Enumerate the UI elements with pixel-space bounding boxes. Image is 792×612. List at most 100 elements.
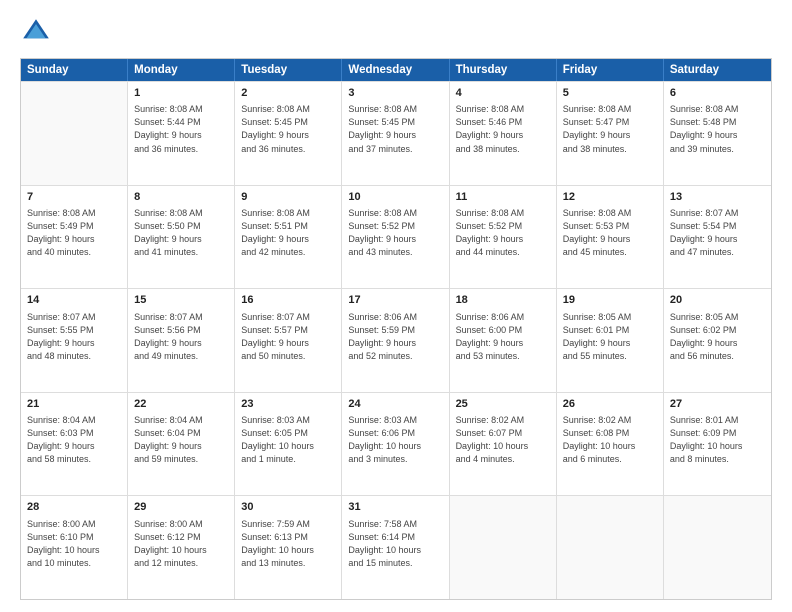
calendar-cell: 31 Sunrise: 7:58 AM Sunset: 6:14 PM Dayli… xyxy=(342,496,449,599)
calendar-header-cell: Monday xyxy=(128,59,235,81)
cell-info: Sunrise: 8:08 AM Sunset: 5:50 PM Dayligh… xyxy=(134,207,228,259)
day-number: 30 xyxy=(241,500,335,515)
calendar-row: 7 Sunrise: 8:08 AM Sunset: 5:49 PM Daylig… xyxy=(21,185,771,289)
calendar-row: 28 Sunrise: 8:00 AM Sunset: 6:10 PM Dayli… xyxy=(21,495,771,599)
cell-info: Sunrise: 8:04 AM Sunset: 6:04 PM Dayligh… xyxy=(134,414,228,466)
day-number: 21 xyxy=(27,397,121,412)
calendar-cell: 10 Sunrise: 8:08 AM Sunset: 5:52 PM Dayli… xyxy=(342,186,449,289)
cell-info: Sunrise: 8:03 AM Sunset: 6:05 PM Dayligh… xyxy=(241,414,335,466)
day-number: 23 xyxy=(241,397,335,412)
cell-info: Sunrise: 8:07 AM Sunset: 5:57 PM Dayligh… xyxy=(241,311,335,363)
cell-info: Sunrise: 7:58 AM Sunset: 6:14 PM Dayligh… xyxy=(348,518,442,570)
day-number: 26 xyxy=(563,397,657,412)
cell-info: Sunrise: 8:00 AM Sunset: 6:12 PM Dayligh… xyxy=(134,518,228,570)
calendar-cell: 21 Sunrise: 8:04 AM Sunset: 6:03 PM Dayli… xyxy=(21,393,128,496)
day-number: 13 xyxy=(670,190,765,205)
calendar-cell: 9 Sunrise: 8:08 AM Sunset: 5:51 PM Daylig… xyxy=(235,186,342,289)
calendar-row: 21 Sunrise: 8:04 AM Sunset: 6:03 PM Dayli… xyxy=(21,392,771,496)
calendar-cell: 30 Sunrise: 7:59 AM Sunset: 6:13 PM Dayli… xyxy=(235,496,342,599)
day-number: 10 xyxy=(348,190,442,205)
calendar: SundayMondayTuesdayWednesdayThursdayFrid… xyxy=(20,58,772,600)
day-number: 17 xyxy=(348,293,442,308)
day-number: 25 xyxy=(456,397,550,412)
logo xyxy=(20,16,56,48)
calendar-cell xyxy=(21,82,128,185)
calendar-header-cell: Wednesday xyxy=(342,59,449,81)
calendar-cell: 23 Sunrise: 8:03 AM Sunset: 6:05 PM Dayli… xyxy=(235,393,342,496)
cell-info: Sunrise: 7:59 AM Sunset: 6:13 PM Dayligh… xyxy=(241,518,335,570)
day-number: 19 xyxy=(563,293,657,308)
day-number: 3 xyxy=(348,86,442,101)
day-number: 29 xyxy=(134,500,228,515)
calendar-header-cell: Friday xyxy=(557,59,664,81)
calendar-cell xyxy=(557,496,664,599)
page: SundayMondayTuesdayWednesdayThursdayFrid… xyxy=(0,0,792,612)
calendar-header-cell: Thursday xyxy=(450,59,557,81)
calendar-row: 1 Sunrise: 8:08 AM Sunset: 5:44 PM Daylig… xyxy=(21,81,771,185)
calendar-cell: 7 Sunrise: 8:08 AM Sunset: 5:49 PM Daylig… xyxy=(21,186,128,289)
cell-info: Sunrise: 8:03 AM Sunset: 6:06 PM Dayligh… xyxy=(348,414,442,466)
calendar-cell: 2 Sunrise: 8:08 AM Sunset: 5:45 PM Daylig… xyxy=(235,82,342,185)
day-number: 14 xyxy=(27,293,121,308)
calendar-header-cell: Sunday xyxy=(21,59,128,81)
calendar-cell xyxy=(664,496,771,599)
cell-info: Sunrise: 8:08 AM Sunset: 5:51 PM Dayligh… xyxy=(241,207,335,259)
day-number: 16 xyxy=(241,293,335,308)
calendar-cell: 11Sunrise: 8:08 AM Sunset: 5:52 PM Dayli… xyxy=(450,186,557,289)
calendar-header-cell: Saturday xyxy=(664,59,771,81)
calendar-cell: 25 Sunrise: 8:02 AM Sunset: 6:07 PM Dayli… xyxy=(450,393,557,496)
day-number: 20 xyxy=(670,293,765,308)
day-number: 15 xyxy=(134,293,228,308)
day-number: 1 xyxy=(134,86,228,101)
day-number: 31 xyxy=(348,500,442,515)
cell-info: Sunrise: 8:05 AM Sunset: 6:02 PM Dayligh… xyxy=(670,311,765,363)
cell-info: Sunrise: 8:06 AM Sunset: 6:00 PM Dayligh… xyxy=(456,311,550,363)
cell-info: Sunrise: 8:05 AM Sunset: 6:01 PM Dayligh… xyxy=(563,311,657,363)
day-number: 27 xyxy=(670,397,765,412)
calendar-cell: 27 Sunrise: 8:01 AM Sunset: 6:09 PM Dayli… xyxy=(664,393,771,496)
day-number: 8 xyxy=(134,190,228,205)
cell-info: Sunrise: 8:08 AM Sunset: 5:49 PM Dayligh… xyxy=(27,207,121,259)
cell-info: Sunrise: 8:08 AM Sunset: 5:45 PM Dayligh… xyxy=(241,103,335,155)
calendar-body: 1 Sunrise: 8:08 AM Sunset: 5:44 PM Daylig… xyxy=(21,81,771,599)
day-number: 9 xyxy=(241,190,335,205)
calendar-cell xyxy=(450,496,557,599)
calendar-cell: 3 Sunrise: 8:08 AM Sunset: 5:45 PM Daylig… xyxy=(342,82,449,185)
calendar-cell: 13 Sunrise: 8:07 AM Sunset: 5:54 PM Dayli… xyxy=(664,186,771,289)
cell-info: Sunrise: 8:07 AM Sunset: 5:55 PM Dayligh… xyxy=(27,311,121,363)
cell-info: Sunrise: 8:00 AM Sunset: 6:10 PM Dayligh… xyxy=(27,518,121,570)
day-number: 12 xyxy=(563,190,657,205)
cell-info: Sunrise: 8:08 AM Sunset: 5:46 PM Dayligh… xyxy=(456,103,550,155)
calendar-cell: 29 Sunrise: 8:00 AM Sunset: 6:12 PM Dayli… xyxy=(128,496,235,599)
day-number: 4 xyxy=(456,86,550,101)
day-number: 22 xyxy=(134,397,228,412)
calendar-header-cell: Tuesday xyxy=(235,59,342,81)
calendar-cell: 5Sunrise: 8:08 AM Sunset: 5:47 PM Daylig… xyxy=(557,82,664,185)
calendar-row: 14 Sunrise: 8:07 AM Sunset: 5:55 PM Dayli… xyxy=(21,288,771,392)
cell-info: Sunrise: 8:08 AM Sunset: 5:52 PM Dayligh… xyxy=(348,207,442,259)
cell-info: Sunrise: 8:02 AM Sunset: 6:07 PM Dayligh… xyxy=(456,414,550,466)
cell-info: Sunrise: 8:04 AM Sunset: 6:03 PM Dayligh… xyxy=(27,414,121,466)
calendar-cell: 12 Sunrise: 8:08 AM Sunset: 5:53 PM Dayli… xyxy=(557,186,664,289)
calendar-cell: 15Sunrise: 8:07 AM Sunset: 5:56 PM Dayli… xyxy=(128,289,235,392)
calendar-cell: 16 Sunrise: 8:07 AM Sunset: 5:57 PM Dayli… xyxy=(235,289,342,392)
cell-info: Sunrise: 8:01 AM Sunset: 6:09 PM Dayligh… xyxy=(670,414,765,466)
day-number: 2 xyxy=(241,86,335,101)
calendar-cell: 20 Sunrise: 8:05 AM Sunset: 6:02 PM Dayli… xyxy=(664,289,771,392)
day-number: 28 xyxy=(27,500,121,515)
header xyxy=(20,16,772,48)
calendar-cell: 6Sunrise: 8:08 AM Sunset: 5:48 PM Daylig… xyxy=(664,82,771,185)
cell-info: Sunrise: 8:08 AM Sunset: 5:53 PM Dayligh… xyxy=(563,207,657,259)
cell-info: Sunrise: 8:07 AM Sunset: 5:54 PM Dayligh… xyxy=(670,207,765,259)
calendar-cell: 4 Sunrise: 8:08 AM Sunset: 5:46 PM Daylig… xyxy=(450,82,557,185)
calendar-cell: 18Sunrise: 8:06 AM Sunset: 6:00 PM Dayli… xyxy=(450,289,557,392)
cell-info: Sunrise: 8:06 AM Sunset: 5:59 PM Dayligh… xyxy=(348,311,442,363)
cell-info: Sunrise: 8:08 AM Sunset: 5:48 PM Dayligh… xyxy=(670,103,765,155)
calendar-cell: 17 Sunrise: 8:06 AM Sunset: 5:59 PM Dayli… xyxy=(342,289,449,392)
day-number: 7 xyxy=(27,190,121,205)
calendar-cell: 8 Sunrise: 8:08 AM Sunset: 5:50 PM Daylig… xyxy=(128,186,235,289)
cell-info: Sunrise: 8:08 AM Sunset: 5:44 PM Dayligh… xyxy=(134,103,228,155)
cell-info: Sunrise: 8:08 AM Sunset: 5:45 PM Dayligh… xyxy=(348,103,442,155)
cell-info: Sunrise: 8:08 AM Sunset: 5:47 PM Dayligh… xyxy=(563,103,657,155)
cell-info: Sunrise: 8:02 AM Sunset: 6:08 PM Dayligh… xyxy=(563,414,657,466)
